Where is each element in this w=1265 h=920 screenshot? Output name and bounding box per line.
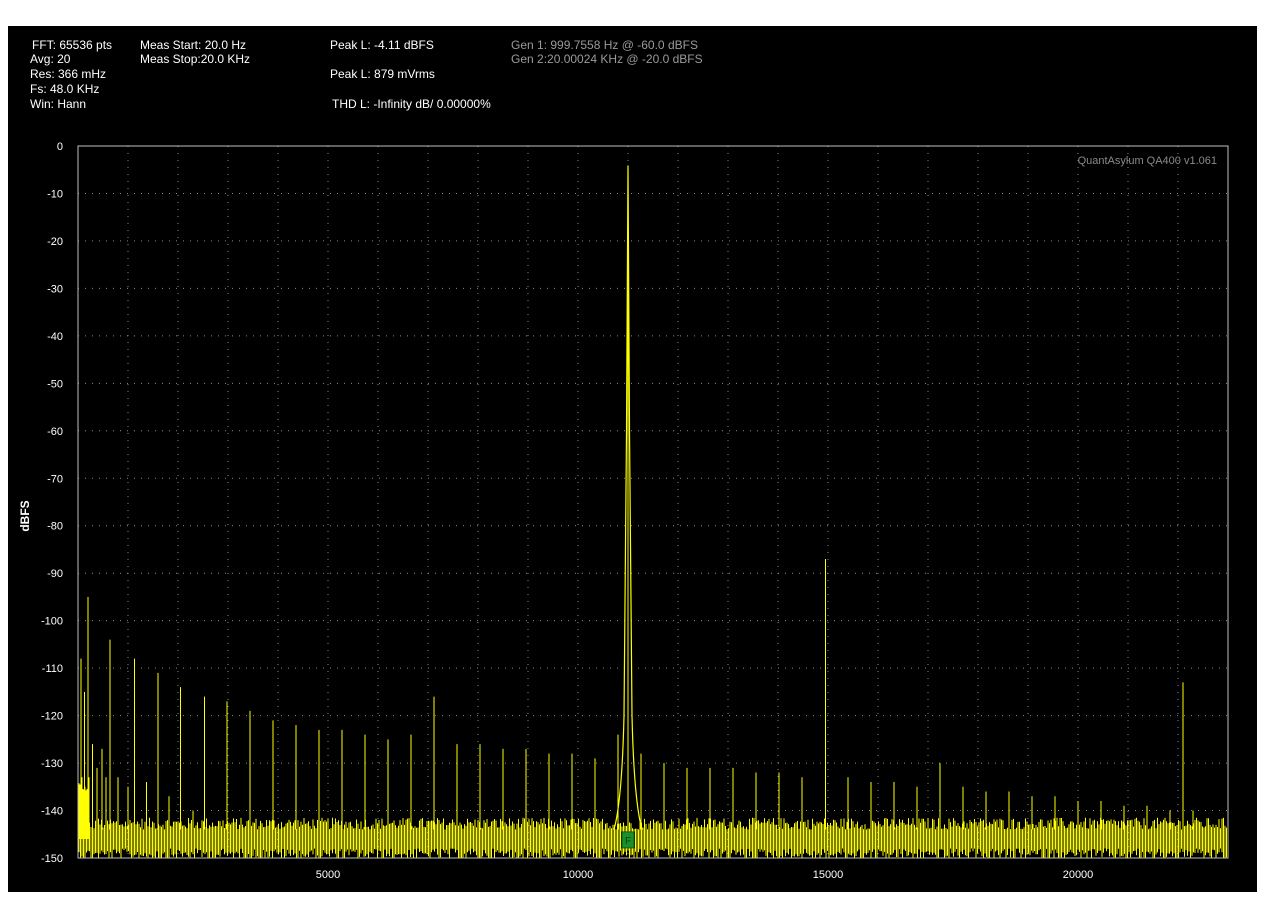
y-tick-label: -30: [47, 283, 63, 295]
y-tick-label: -90: [47, 568, 63, 580]
y-tick-label: -10: [47, 188, 63, 200]
x-tick-label: 20000: [1063, 869, 1094, 881]
y-tick-label: -20: [47, 236, 63, 248]
y-tick-label: -140: [41, 806, 63, 818]
y-tick-label: -70: [47, 473, 63, 485]
brand-label: QuantAsylum QA400 v1.061: [1078, 155, 1217, 167]
y-tick-label: -110: [42, 663, 63, 675]
y-tick-label: -50: [47, 378, 63, 390]
peak-marker-label: F: [625, 836, 631, 847]
noise-floor-layer: [78, 775, 1227, 858]
y-tick-label: -100: [41, 616, 63, 628]
fft-spectrum-chart: F 0 -10 -20 -30 -40 -50 -60 -70 -80 -90 -100 -110 -1…: [18, 141, 1229, 881]
y-tick-label: -60: [47, 426, 63, 438]
y-tick-label: -40: [47, 331, 63, 343]
y-tick-label: -120: [41, 711, 63, 723]
analyzer-window: FFT: 65536 pts Avg: 20 Res: 366 mHz Fs: …: [8, 26, 1257, 892]
y-tick-label: -130: [41, 758, 63, 770]
y-tick-label: -80: [47, 521, 63, 533]
noise-floor-trace: [78, 775, 1227, 858]
tick-label-layer: 0 -10 -20 -30 -40 -50 -60 -70 -80 -90 -100 -110 -120…: [41, 141, 1093, 881]
y-tick-label: 0: [57, 141, 63, 153]
x-tick-label: 15000: [813, 869, 844, 881]
x-tick-label: 5000: [316, 869, 340, 881]
y-axis-label: dBFS: [18, 500, 32, 531]
y-tick-label: -150: [41, 853, 63, 865]
spur-layer: F: [80, 165, 1194, 849]
x-tick-label: 10000: [563, 869, 594, 881]
